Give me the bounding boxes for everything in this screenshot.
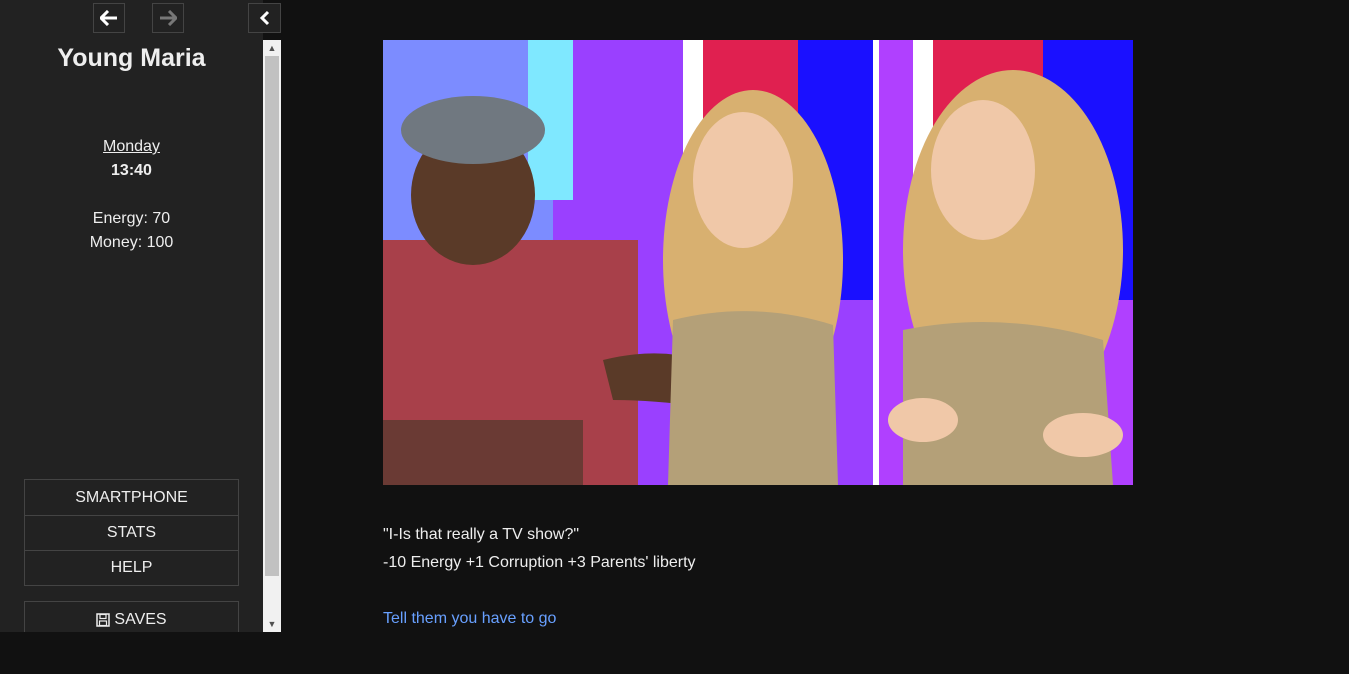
history-forward-button[interactable] — [152, 3, 184, 33]
choice-link-go[interactable]: Tell them you have to go — [383, 610, 556, 628]
arrow-left-icon — [100, 10, 117, 26]
saves-label: SAVES — [114, 610, 167, 628]
scene-image — [383, 40, 1133, 485]
sidebar-scrollbar[interactable]: ▲ ▼ — [263, 40, 281, 632]
scroll-up-arrow-icon[interactable]: ▲ — [263, 40, 281, 56]
sidebar: Young Maria Monday 13:40 Energy: 70 Mone… — [0, 0, 263, 632]
floppy-disk-icon — [96, 612, 111, 627]
sidebar-toggle-button[interactable] — [248, 3, 281, 33]
history-back-button[interactable] — [93, 3, 125, 33]
money-stat: Money: 100 — [89, 234, 174, 251]
menu-item-help[interactable]: HELP — [25, 550, 238, 585]
menu-item-smartphone[interactable]: SMARTPHONE — [25, 480, 238, 515]
saves-menu: SAVES — [24, 601, 239, 632]
arrow-right-icon — [160, 10, 177, 26]
passage: "I-Is that really a TV show?" -10 Energy… — [383, 40, 1133, 627]
story-title: Young Maria — [57, 44, 206, 72]
menu-item-stats[interactable]: STATS — [25, 515, 238, 550]
saves-button[interactable]: SAVES — [25, 602, 238, 632]
time-display: 13:40 — [111, 162, 152, 179]
chevron-left-icon — [259, 10, 269, 26]
day-link[interactable]: Monday — [0, 138, 263, 156]
energy-stat: Energy: 70 — [92, 210, 171, 227]
scroll-down-arrow-icon[interactable]: ▼ — [263, 616, 281, 632]
dialogue-text: "I-Is that really a TV show?" — [383, 526, 580, 543]
sidebar-menu: SMARTPHONE STATS HELP — [24, 479, 239, 586]
effects-text: -10 Energy +1 Corruption +3 Parents' lib… — [383, 554, 696, 571]
scrollbar-thumb[interactable] — [265, 56, 279, 576]
